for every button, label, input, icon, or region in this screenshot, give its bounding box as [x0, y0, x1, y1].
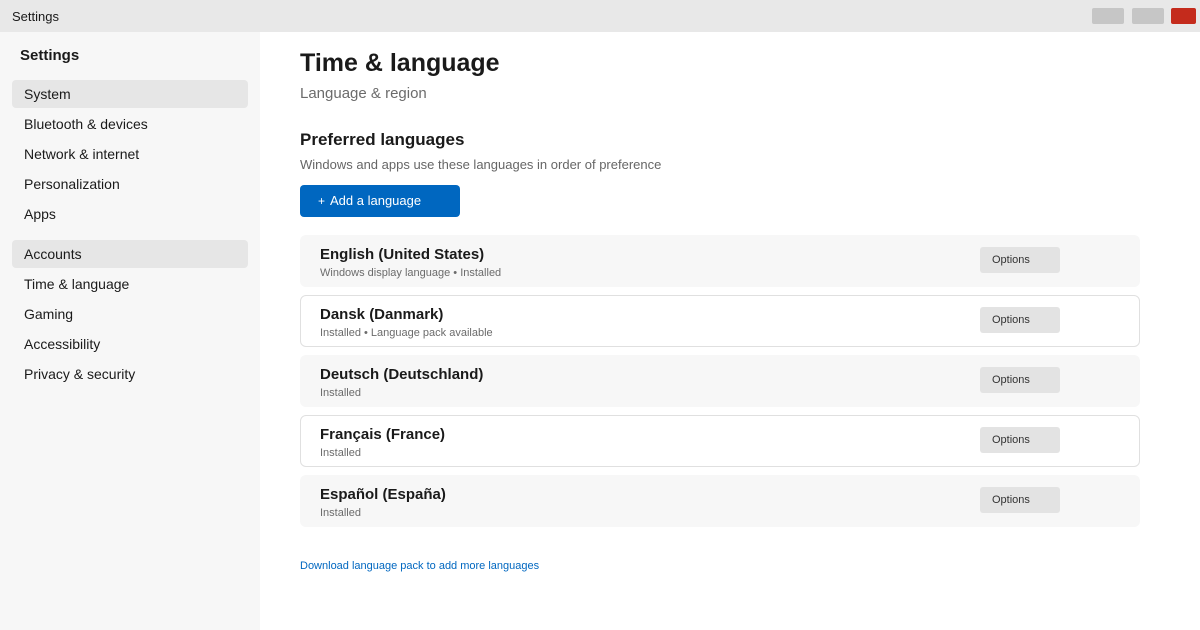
page-subtitle: Language & region [300, 85, 427, 102]
language-status: Installed [320, 447, 361, 459]
title-bar: Settings [0, 0, 1200, 32]
minimize-button[interactable] [1092, 8, 1124, 24]
language-row-dansk: Dansk (Danmark) Installed • Language pac… [300, 295, 1140, 347]
sidebar-heading: Settings [20, 47, 80, 64]
language-row-francais: Français (France) Installed Options [300, 415, 1140, 467]
page-title: Time & language [300, 49, 500, 77]
options-button[interactable]: Options [980, 307, 1060, 333]
language-name: Français (France) [320, 426, 446, 443]
main-content: Time & language Language & region Prefer… [260, 32, 1200, 630]
language-name: Dansk (Danmark) [320, 306, 444, 323]
language-row-english: English (United States) Windows display … [300, 235, 1140, 287]
close-button[interactable] [1171, 8, 1196, 24]
add-language-label: Add a language [330, 193, 422, 208]
sidebar-item-accessibility[interactable]: Accessibility [12, 330, 248, 358]
language-name: English (United States) [320, 246, 485, 263]
options-button[interactable]: Options [980, 367, 1060, 393]
language-name: Deutsch (Deutschland) [320, 366, 484, 383]
plus-icon: + [318, 194, 326, 208]
language-status: Installed [320, 387, 361, 399]
sidebar: Settings System Bluetooth & devices Netw… [0, 32, 260, 630]
language-row-deutsch: Deutsch (Deutschland) Installed Options [300, 355, 1140, 407]
options-button[interactable]: Options [980, 487, 1060, 513]
sidebar-item-gaming[interactable]: Gaming [12, 300, 248, 328]
add-language-button[interactable]: + Add a language [300, 185, 460, 217]
download-language-pack-link[interactable]: Download language pack to add more langu… [300, 560, 539, 572]
language-row-espanol: Español (España) Installed Options [300, 475, 1140, 527]
sidebar-item-network-internet[interactable]: Network & internet [12, 140, 248, 168]
sidebar-item-privacy-security[interactable]: Privacy & security [12, 360, 248, 388]
section-title: Preferred languages [300, 130, 465, 149]
options-button[interactable]: Options [980, 247, 1060, 273]
sidebar-item-apps[interactable]: Apps [12, 200, 248, 228]
language-status: Installed [320, 507, 361, 519]
sidebar-item-bluetooth-devices[interactable]: Bluetooth & devices [12, 110, 248, 138]
options-button[interactable]: Options [980, 427, 1060, 453]
sidebar-item-time-language[interactable]: Time & language [12, 270, 248, 298]
sidebar-item-system[interactable]: System [12, 80, 248, 108]
window-title: Settings [12, 9, 59, 24]
language-status: Installed • Language pack available [320, 327, 493, 339]
section-description: Windows and apps use these languages in … [300, 157, 662, 172]
maximize-button[interactable] [1132, 8, 1164, 24]
language-status: Windows display language • Installed [320, 267, 502, 279]
sidebar-item-accounts[interactable]: Accounts [12, 240, 248, 268]
language-name: Español (España) [320, 486, 446, 503]
sidebar-item-personalization[interactable]: Personalization [12, 170, 248, 198]
